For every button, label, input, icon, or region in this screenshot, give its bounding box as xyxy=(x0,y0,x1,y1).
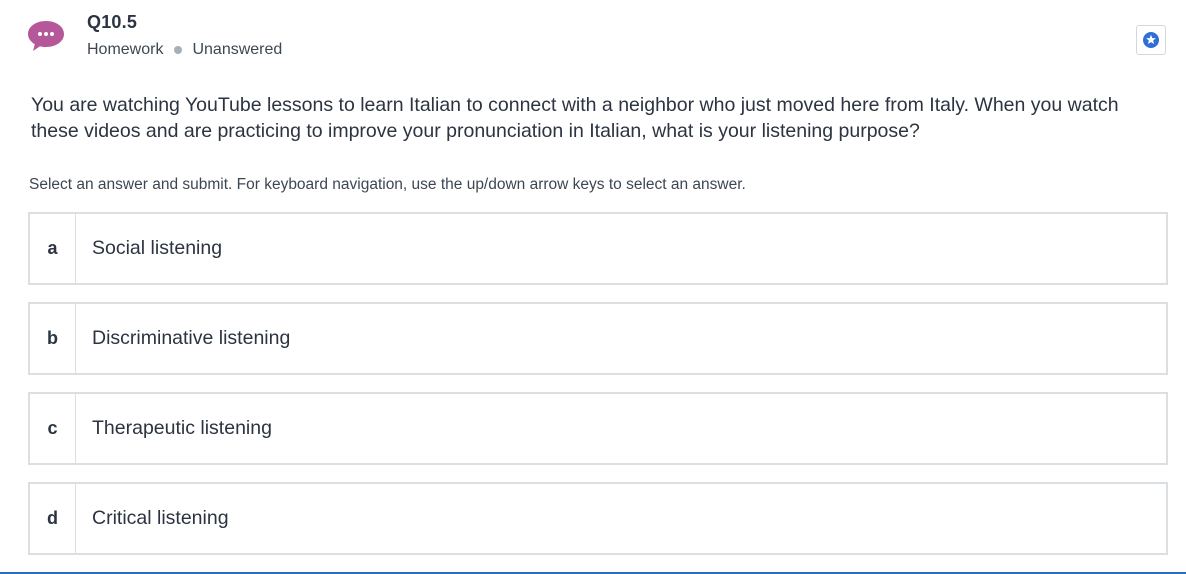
question-text: You are watching YouTube lessons to lear… xyxy=(31,94,1119,142)
option-text: Discriminative listening xyxy=(92,327,291,349)
instructions-text: Select an answer and submit. For keyboar… xyxy=(29,176,746,193)
chat-bubble-ellipsis-icon xyxy=(27,20,65,52)
answer-status-label: Unanswered xyxy=(192,41,283,58)
option-letter: d xyxy=(30,484,76,553)
star-icon xyxy=(1143,32,1159,48)
answer-option-a[interactable]: a Social listening xyxy=(28,212,1168,285)
question-page: Q10.5 Homework Unanswered You are watchi… xyxy=(0,0,1186,574)
separator-dot xyxy=(174,46,183,54)
answer-option-d[interactable]: d Critical listening xyxy=(28,482,1168,555)
question-number: Q10.5 xyxy=(87,12,138,32)
option-text: Critical listening xyxy=(92,507,229,529)
bookmark-button[interactable] xyxy=(1136,25,1166,55)
option-letter: c xyxy=(30,394,76,463)
option-letter: a xyxy=(30,214,76,283)
assignment-type-label: Homework xyxy=(87,41,164,58)
answer-option-c[interactable]: c Therapeutic listening xyxy=(28,392,1168,465)
answer-option-b[interactable]: b Discriminative listening xyxy=(28,302,1168,375)
question-meta: Homework Unanswered xyxy=(87,41,282,59)
option-text: Therapeutic listening xyxy=(92,417,272,439)
option-letter: b xyxy=(30,304,76,373)
option-text: Social listening xyxy=(92,237,223,259)
